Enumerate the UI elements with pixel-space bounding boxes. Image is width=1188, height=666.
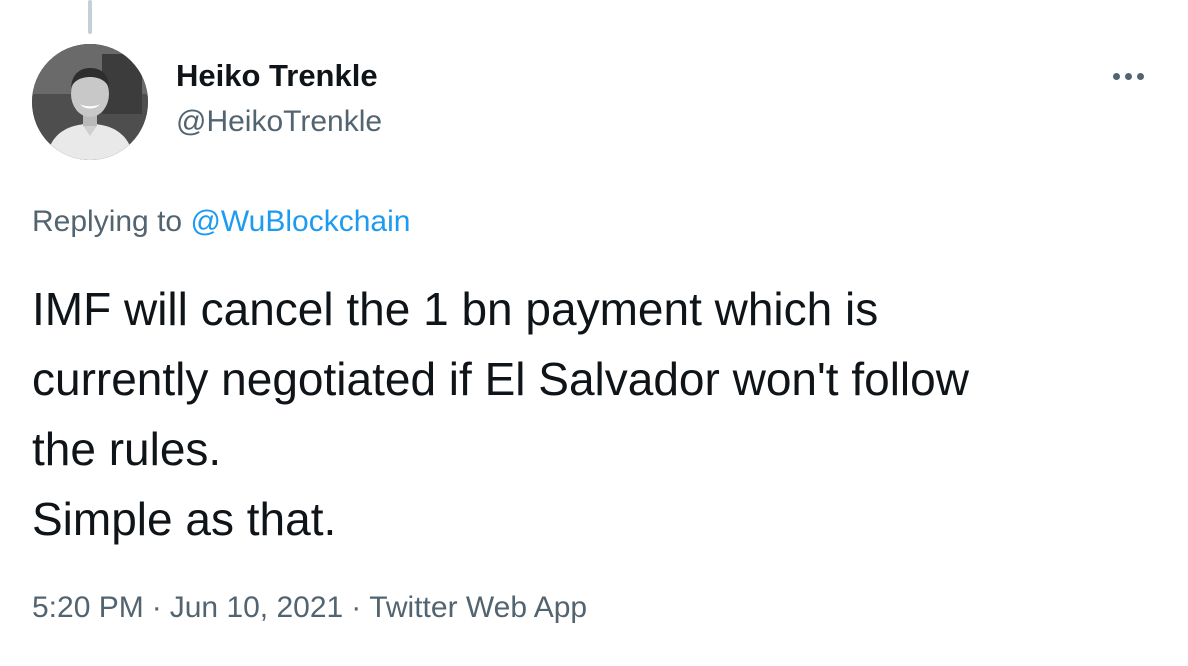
more-horizontal-icon (1124, 72, 1132, 80)
more-horizontal-icon (1112, 72, 1120, 80)
author-handle[interactable]: @HeikoTrenkle (176, 102, 382, 142)
tweet-text-line: Simple as that. (32, 493, 337, 545)
avatar[interactable] (32, 44, 148, 160)
tweet-text-line: the rules. (32, 423, 222, 475)
tweet-source-link[interactable]: Twitter Web App (369, 591, 587, 624)
author-block: Heiko Trenkle @HeikoTrenkle (176, 56, 382, 142)
more-options-button[interactable] (1100, 56, 1156, 96)
reply-context-prefix: Replying to (32, 205, 191, 238)
more-horizontal-icon (1136, 72, 1144, 80)
reply-context: Replying to @WuBlockchain (32, 202, 410, 242)
tweet-date-link[interactable]: Jun 10, 2021 (170, 591, 343, 624)
tweet-time-link[interactable]: 5:20 PM (32, 591, 144, 624)
reply-mention-link[interactable]: @WuBlockchain (190, 205, 410, 238)
tweet-metadata: 5:20 PM · Jun 10, 2021 · Twitter Web App (32, 588, 587, 628)
author-display-name[interactable]: Heiko Trenkle (176, 56, 382, 96)
profile-photo-icon (32, 44, 148, 160)
tweet-text-line: currently negotiated if El Salvador won'… (32, 353, 969, 405)
meta-separator: · (151, 591, 162, 624)
thread-connector-line (88, 0, 92, 34)
tweet-text: IMF will cancel the 1 bn payment which i… (32, 274, 1162, 554)
meta-separator: · (351, 591, 362, 624)
tweet-text-line: IMF will cancel the 1 bn payment which i… (32, 283, 879, 335)
